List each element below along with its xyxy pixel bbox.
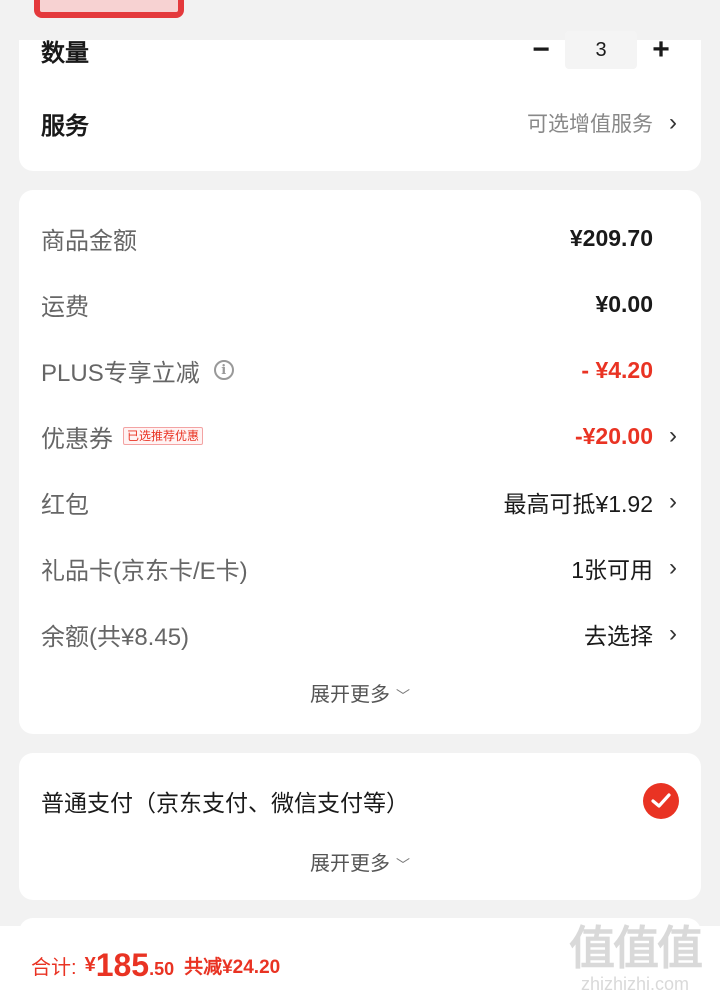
coupon-recommended-tag: 已选推荐优惠 (123, 427, 204, 445)
balance-row[interactable]: 余额(共¥8.45) 去选择 › (41, 614, 679, 654)
price-breakdown-card: 商品金额 ¥209.70 运费 ¥0.00 PLUS专享立减 i - ¥4.20… (19, 190, 701, 734)
info-icon[interactable]: i (213, 360, 234, 380)
payment-option-row[interactable]: 普通支付（京东支付、微信支付等） (41, 781, 679, 821)
chevron-right-icon: › (669, 554, 677, 581)
watermark-url: zhizhizhi.com (580, 974, 690, 994)
expand-more-label: 展开更多 (310, 684, 390, 706)
shipping-label: 运费 (41, 293, 89, 321)
service-label: 服务 (41, 112, 89, 140)
coupon-label: 优惠券 (41, 425, 113, 453)
total-integer: 185 (95, 946, 150, 983)
chevron-right-icon: › (669, 422, 677, 449)
chevron-down-icon: ﹀ (396, 857, 410, 873)
watermark-chars: 值值值 (569, 922, 703, 974)
total-saved: 共减¥24.20 (184, 956, 281, 978)
expand-more-button[interactable]: 展开更多 ﹀ (19, 678, 701, 707)
shipping-value: ¥0.00 (595, 290, 653, 317)
expand-more-label: 展开更多 (310, 853, 390, 875)
plus-discount-label: PLUS专享立减 (41, 359, 200, 387)
total-decimal: .50 (149, 958, 175, 979)
chevron-right-icon: › (669, 109, 677, 136)
service-hint: 可选增值服务 (527, 113, 653, 136)
redpack-label: 红包 (41, 491, 89, 519)
decrease-button[interactable]: − (523, 35, 559, 65)
redpack-value: 最高可抵¥1.92 (503, 491, 653, 517)
goods-amount-label: 商品金额 (41, 227, 137, 255)
chevron-right-icon: › (669, 620, 677, 647)
giftcard-row[interactable]: 礼品卡(京东卡/E卡) 1张可用 › (41, 548, 679, 588)
quantity-service-card: 数量 − 3 + 服务 可选增值服务 › (19, 31, 701, 171)
quantity-row: 数量 − 3 + (41, 30, 679, 70)
check-circle-icon[interactable] (643, 783, 679, 819)
service-row[interactable]: 服务 可选增值服务 › (41, 103, 679, 143)
order-confirm-page: 数量 − 3 + 服务 可选增值服务 › 商品金额 ¥209.70 运费 ¥0.… (0, 0, 720, 1004)
giftcard-value: 1张可用 (571, 557, 653, 583)
goods-amount-row: 商品金额 ¥209.70 (41, 218, 679, 258)
chevron-down-icon: ﹀ (396, 688, 410, 704)
quantity-stepper[interactable]: − 3 + (523, 31, 679, 69)
shipping-row: 运费 ¥0.00 (41, 284, 679, 324)
increase-button[interactable]: + (643, 35, 679, 65)
total-label: 合计: (31, 956, 77, 979)
currency-symbol: ¥ (84, 953, 96, 976)
coupon-value: -¥20.00 (574, 422, 653, 449)
payment-method-card: 普通支付（京东支付、微信支付等） 展开更多 ﹀ (19, 753, 701, 900)
coupon-row[interactable]: 优惠券 已选推荐优惠 -¥20.00 › (41, 416, 679, 456)
product-thumbnail[interactable] (34, 0, 184, 18)
balance-label: 余额(共¥8.45) (41, 623, 190, 651)
payment-method-label: 普通支付（京东支付、微信支付等） (41, 790, 409, 816)
redpack-row[interactable]: 红包 最高可抵¥1.92 › (41, 482, 679, 522)
goods-amount-value: ¥209.70 (569, 224, 653, 251)
quantity-label: 数量 (41, 39, 89, 67)
giftcard-label: 礼品卡(京东卡/E卡) (41, 557, 248, 585)
payment-expand-more-button[interactable]: 展开更多 ﹀ (19, 847, 701, 876)
watermark-logo: 值值值 zhizhizhi.com (560, 922, 710, 995)
quantity-value[interactable]: 3 (565, 31, 637, 69)
balance-value: 去选择 (584, 623, 653, 649)
plus-discount-row: PLUS专享立减 i - ¥4.20 (41, 350, 679, 390)
chevron-right-icon: › (669, 488, 677, 515)
plus-discount-value: - ¥4.20 (581, 356, 653, 383)
